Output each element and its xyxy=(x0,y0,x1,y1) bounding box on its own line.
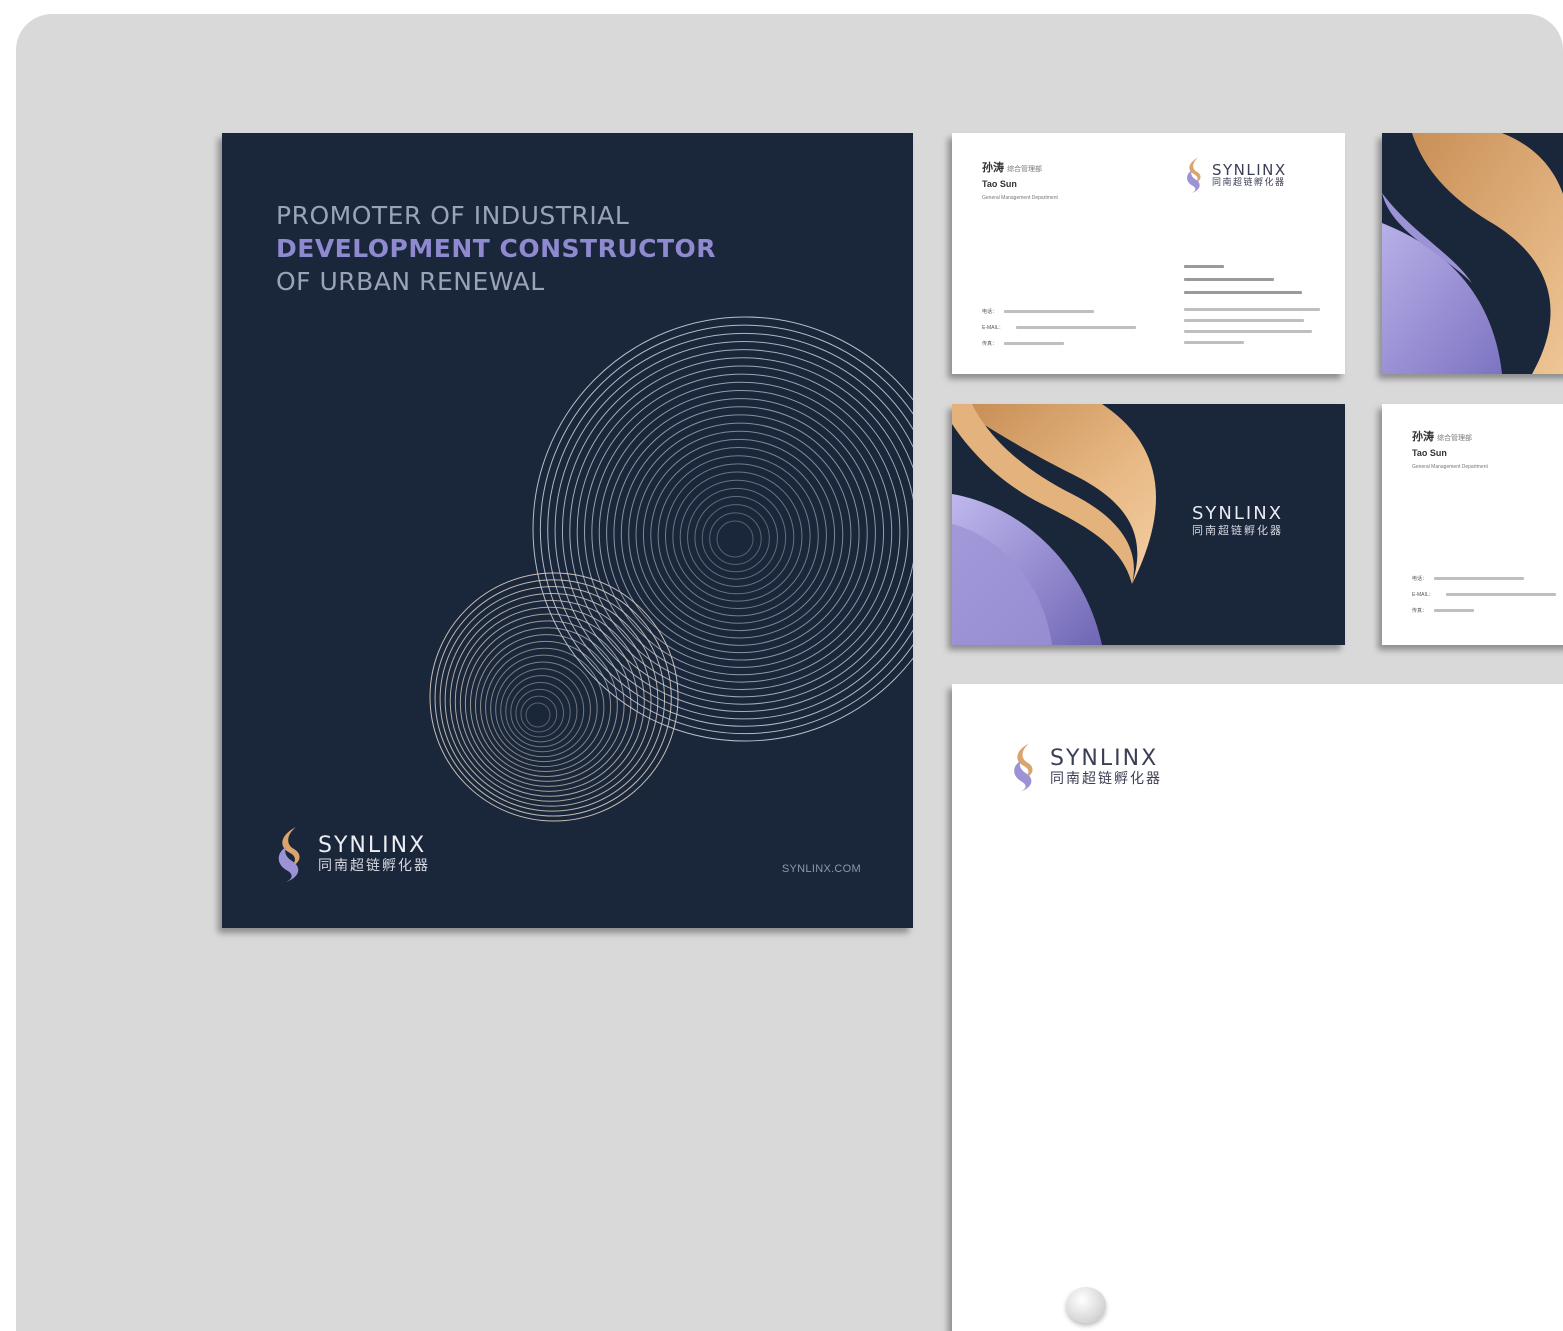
ring-line xyxy=(642,438,836,632)
synlinx-logo-icon xyxy=(278,827,300,882)
card-title-en: General Management Department xyxy=(982,195,1058,201)
card-back-brand-en: SYNLINX xyxy=(1192,503,1284,524)
ring-line xyxy=(701,504,770,573)
ring-line xyxy=(500,668,585,753)
card-fax-label: 传真： xyxy=(1412,608,1428,614)
ring-line xyxy=(628,422,852,646)
headline-line-3: OF URBAN RENEWAL xyxy=(276,267,545,296)
card-title-cn: 综合管理部 xyxy=(1437,435,1473,442)
card-logo: SYNLINX 同南超链孵化器 xyxy=(1184,155,1287,195)
ring-line xyxy=(532,316,913,742)
ring-line xyxy=(510,681,571,743)
ring-line xyxy=(679,479,795,595)
card-name-cn-text: 孙涛 xyxy=(1412,431,1434,443)
card-phone-value xyxy=(1004,310,1094,313)
poster-logo: SYNLINX 同南超链孵化器 xyxy=(274,825,430,883)
card-address-line xyxy=(1184,341,1244,344)
ring-line xyxy=(635,430,844,639)
ring-line xyxy=(650,447,827,624)
card-logo-text: SYNLINX 同南超链孵化器 xyxy=(1212,162,1287,189)
decorative-pebble xyxy=(1066,1287,1106,1323)
headline-line-1: PROMOTER OF INDUSTRIAL xyxy=(276,201,630,230)
card-email-label: E-MAIL： xyxy=(1412,592,1434,598)
letterhead-brand-en: SYNLINX xyxy=(1050,746,1159,771)
brand-wave-graphic xyxy=(952,404,1156,645)
letterhead-brand-cn: 同南超链孵化器 xyxy=(1050,771,1162,787)
ring-line xyxy=(620,414,860,654)
ring-line xyxy=(469,627,625,782)
ring-line xyxy=(444,593,659,807)
card-address-line xyxy=(1184,308,1320,311)
poster-headline: PROMOTER OF INDUSTRIAL DEVELOPMENT CONST… xyxy=(276,199,716,298)
card-email-value xyxy=(1446,593,1556,596)
business-card-back-partial xyxy=(1382,133,1563,374)
business-card-back: SYNLINX 同南超链孵化器 xyxy=(952,404,1345,645)
card-phone-label: 电话： xyxy=(982,309,998,315)
card-brand-en: SYNLINX xyxy=(1212,160,1287,179)
letterhead-paper: SYNLINX 同南超链孵化器 xyxy=(952,684,1563,1331)
ring-line xyxy=(474,634,618,777)
ring-line xyxy=(672,471,803,602)
card-title-cn: 综合管理部 xyxy=(1007,166,1043,173)
ring-line xyxy=(716,520,754,558)
brand-name-en: SYNLINX xyxy=(318,833,427,858)
poster-url: SYNLINX.COM xyxy=(781,863,861,875)
card-address-line xyxy=(1184,319,1304,322)
synlinx-logo-icon xyxy=(1014,743,1033,792)
ring-line xyxy=(613,406,868,661)
synlinx-logo-icon xyxy=(1187,157,1201,194)
ring-line xyxy=(606,398,876,668)
ring-line xyxy=(490,654,598,763)
brand-poster: PROMOTER OF INDUSTRIAL DEVELOPMENT CONST… xyxy=(222,133,913,928)
business-card-front-partial: 孙涛 综合管理部 Tao Sun General Management Depa… xyxy=(1382,404,1563,645)
card-address-line xyxy=(1184,278,1274,281)
card-brand-cn: 同南超链孵化器 xyxy=(1212,177,1286,188)
card-email-value xyxy=(1016,326,1136,329)
card-name-en: Tao Sun xyxy=(1412,448,1447,458)
card-address-line xyxy=(1184,265,1224,268)
card-fax-label: 传真： xyxy=(982,341,998,347)
mockup-scene: PROMOTER OF INDUSTRIAL DEVELOPMENT CONST… xyxy=(16,14,1563,1331)
card-title-en: General Management Department xyxy=(1412,464,1488,470)
card-phone-value xyxy=(1434,577,1524,580)
card-phone-label: 电话： xyxy=(1412,576,1428,582)
ring-line xyxy=(454,606,645,797)
brand-wave-graphic xyxy=(1382,133,1563,374)
business-card-front: 孙涛 综合管理部 Tao Sun General Management Depa… xyxy=(952,133,1345,374)
letterhead-logo: SYNLINX 同南超链孵化器 xyxy=(1010,740,1162,794)
card-name-en: Tao Sun xyxy=(982,179,1017,189)
card-address-line xyxy=(1184,291,1302,294)
card-name-cn-text: 孙涛 xyxy=(982,162,1004,174)
card-back-logo-text: SYNLINX 同南超链孵化器 xyxy=(1192,503,1284,538)
brand-name-cn: 同南超链孵化器 xyxy=(318,858,430,874)
ring-line xyxy=(485,647,605,768)
card-email-label: E-MAIL： xyxy=(982,325,1004,331)
ring-line xyxy=(525,702,551,728)
card-name-cn: 孙涛 综合管理部 xyxy=(982,159,1042,175)
card-fax-value xyxy=(1434,609,1474,612)
ring-line xyxy=(694,496,778,580)
ring-line xyxy=(539,324,913,735)
card-fax-value xyxy=(1004,342,1064,345)
card-address-line xyxy=(1184,330,1312,333)
card-name-cn: 孙涛 综合管理部 xyxy=(1412,428,1472,444)
card-back-brand-cn: 同南超链孵化器 xyxy=(1192,524,1283,537)
letterhead-logo-text: SYNLINX 同南超链孵化器 xyxy=(1050,746,1162,788)
headline-line-2: DEVELOPMENT CONSTRUCTOR xyxy=(276,234,717,263)
poster-logo-text: SYNLINX 同南超链孵化器 xyxy=(318,833,430,875)
